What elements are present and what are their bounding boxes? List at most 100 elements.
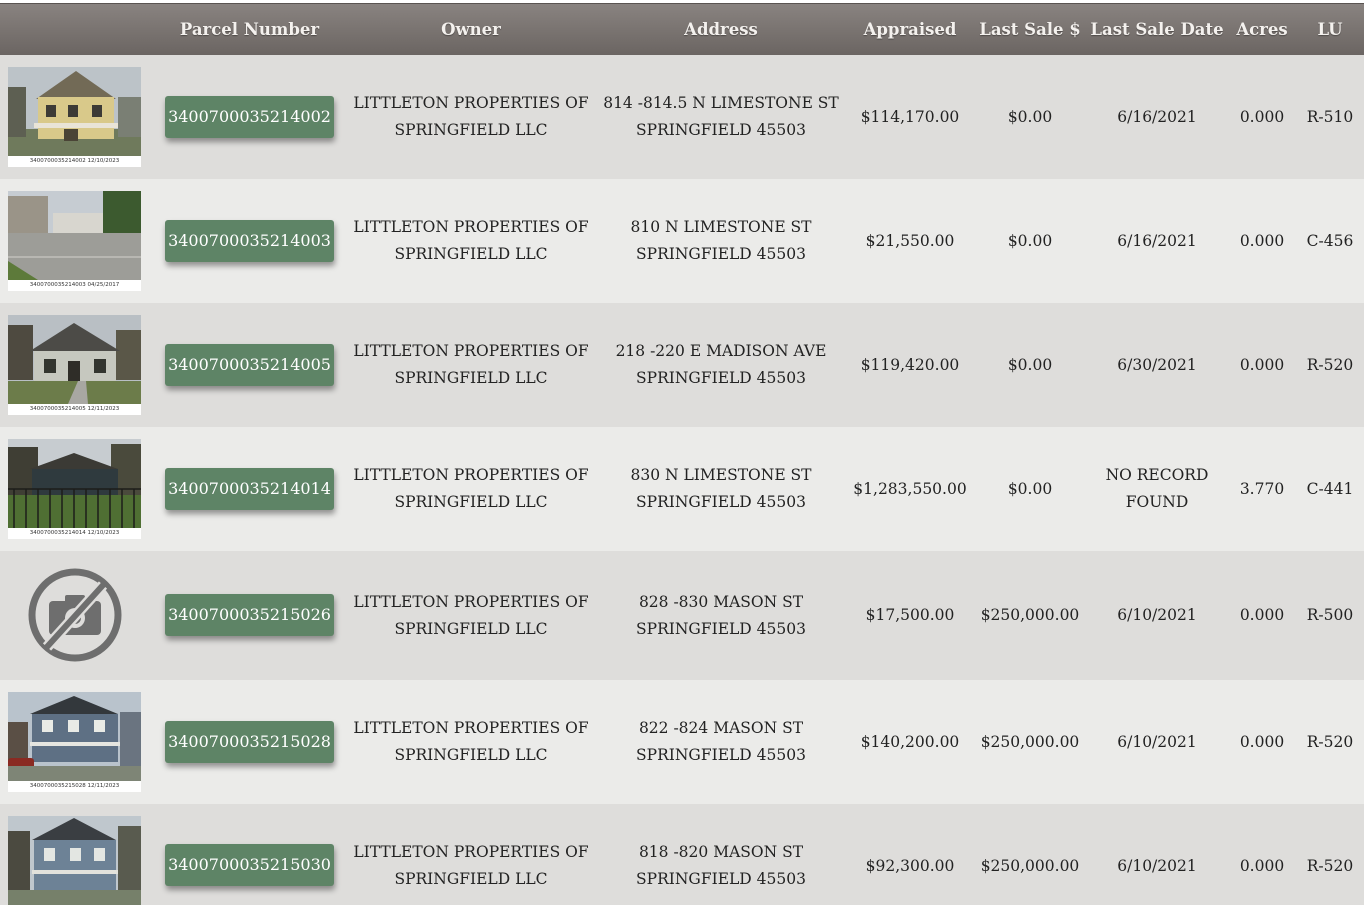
acres-cell: 0.000 [1239,732,1285,751]
appraised-cell: $17,500.00 [865,606,955,624]
table-row: 3400700035215026 LITTLETON PROPERTIES OF… [0,551,1364,680]
appraised-cell: $119,420.00 [860,355,960,374]
appraised-cell: $140,200.00 [860,732,960,751]
table-row: 3400700035214005 12/11/2023 340070003521… [0,303,1364,427]
last-sale-date-cell: 6/10/2021 [1090,680,1224,804]
last-sale-cell: $0.00 [1007,231,1053,250]
photo-caption: 3400700035214014 12/10/2023 [8,528,141,539]
header-last-sale-date[interactable]: Last Sale Date [1090,4,1224,55]
address-line-1: 822 -824 MASON ST [638,719,804,737]
table-row: 3400700035215030 LITTLETON PROPERTIES OF… [0,804,1364,905]
address-line-2: SPRINGFIELD 45503 [636,870,806,888]
date-line-2: FOUND [1125,493,1189,511]
property-photo[interactable]: 3400700035214014 12/10/2023 [8,439,141,539]
address-cell: 818 -820 MASON ST SPRINGFIELD 45503 [600,804,842,905]
acres-cell: 0.000 [1239,107,1285,126]
date-line-1: 6/10/2021 [1117,606,1197,624]
appraised-cell: $114,170.00 [860,107,960,126]
last-sale-date-cell: 6/30/2021 [1090,303,1224,427]
address-line-2: SPRINGFIELD 45503 [636,746,806,764]
header-owner[interactable]: Owner [345,4,597,55]
parcel-number-button[interactable]: 3400700035215028 [165,721,334,763]
acres-cell: 3.770 [1239,479,1285,498]
last-sale-cell: $250,000.00 [980,732,1080,751]
lu-cell: R-510 [1306,107,1354,126]
property-photo[interactable]: 3400700035214003 04/25/2017 [8,191,141,291]
lu-cell: C-456 [1306,231,1354,250]
owner-cell: LITTLETON PROPERTIES OF SPRINGFIELD LLC [345,551,597,680]
lu-cell: C-441 [1306,479,1354,498]
house-photo-icon [8,692,141,781]
owner-line-1: LITTLETON PROPERTIES OF [353,218,589,236]
parcel-number-button[interactable]: 3400700035214002 [165,96,334,138]
lu-cell: R-520 [1306,732,1354,751]
address-line-2: SPRINGFIELD 45503 [636,369,806,387]
property-photo[interactable] [8,816,141,905]
owner-cell: LITTLETON PROPERTIES OF SPRINGFIELD LLC [345,427,597,551]
header-lu[interactable]: LU [1298,4,1362,55]
header-acres[interactable]: Acres [1228,4,1296,55]
parcel-number-button[interactable]: 3400700035215030 [165,844,334,886]
date-line-1: 6/30/2021 [1117,355,1197,374]
acres-cell: 0.000 [1239,606,1285,624]
address-line-2: SPRINGFIELD 45503 [636,245,806,263]
address-cell: 218 -220 E MADISON AVE SPRINGFIELD 45503 [600,303,842,427]
parcel-number-button[interactable]: 3400700035214003 [165,220,334,262]
house-photo-icon [8,67,141,156]
last-sale-date-cell: NO RECORD FOUND [1090,427,1224,551]
photo-caption: 3400700035215028 12/11/2023 [8,781,141,792]
date-line-1: 6/10/2021 [1117,856,1197,875]
header-address[interactable]: Address [600,4,842,55]
property-photo[interactable]: 3400700035214002 12/10/2023 [8,67,141,167]
address-cell: 810 N LIMESTONE ST SPRINGFIELD 45503 [600,179,842,303]
photo-caption: 3400700035214003 04/25/2017 [8,280,141,291]
owner-cell: LITTLETON PROPERTIES OF SPRINGFIELD LLC [345,179,597,303]
owner-line-1: LITTLETON PROPERTIES OF [353,466,589,484]
date-line-1: NO RECORD [1105,466,1209,484]
address-cell: 830 N LIMESTONE ST SPRINGFIELD 45503 [600,427,842,551]
address-cell: 814 -814.5 N LIMESTONE ST SPRINGFIELD 455… [600,55,842,179]
address-line-1: 828 -830 MASON ST [638,592,804,611]
property-photo[interactable]: 3400700035215028 12/11/2023 [8,692,141,792]
owner-line-2: SPRINGFIELD LLC [394,746,548,764]
owner-cell: LITTLETON PROPERTIES OF SPRINGFIELD LLC [345,55,597,179]
owner-cell: LITTLETON PROPERTIES OF SPRINGFIELD LLC [345,303,597,427]
owner-line-1: LITTLETON PROPERTIES OF [353,342,589,360]
lot-photo-icon [8,191,141,280]
header-parcel-number[interactable]: Parcel Number [165,4,334,55]
owner-line-2: SPRINGFIELD LLC [394,870,548,888]
property-photo[interactable]: 3400700035214005 12/11/2023 [8,315,141,415]
last-sale-date-cell: 6/10/2021 [1090,804,1224,905]
last-sale-date-cell: 6/16/2021 [1090,55,1224,179]
owner-line-1: LITTLETON PROPERTIES OF [353,94,589,112]
address-line-2: SPRINGFIELD 45503 [636,493,806,511]
owner-line-2: SPRINGFIELD LLC [394,369,548,387]
address-line-1: 810 N LIMESTONE ST [630,218,812,236]
address-line-2: SPRINGFIELD 45503 [636,121,806,139]
acres-cell: 0.000 [1239,231,1285,250]
header-last-sale[interactable]: Last Sale $ [975,4,1085,55]
address-line-1: 830 N LIMESTONE ST [630,466,812,484]
lu-cell: R-500 [1306,606,1354,624]
acres-cell: 0.000 [1239,355,1285,374]
date-line-1: 6/10/2021 [1117,732,1197,751]
date-line-1: 6/16/2021 [1117,107,1197,126]
header-appraised[interactable]: Appraised [850,4,970,55]
last-sale-cell: $250,000.00 [980,856,1080,875]
owner-line-1: LITTLETON PROPERTIES OF [353,592,589,611]
house-photo-icon [8,816,141,905]
house-photo-icon [8,315,141,404]
parcel-number-button[interactable]: 3400700035214014 [165,468,334,510]
address-line-2: SPRINGFIELD 45503 [636,619,806,638]
building-photo-icon [8,439,141,528]
acres-cell: 0.000 [1239,856,1285,875]
parcel-results-table: Parcel Number Owner Address Appraised La… [0,0,1368,905]
no-photo-camera-icon [28,568,122,662]
owner-line-2: SPRINGFIELD LLC [394,121,548,139]
owner-line-2: SPRINGFIELD LLC [394,493,548,511]
table-row: 3400700035215028 12/11/2023 340070003521… [0,680,1364,804]
parcel-number-button[interactable]: 3400700035214005 [165,344,334,386]
lu-cell: R-520 [1306,355,1354,374]
owner-line-1: LITTLETON PROPERTIES OF [353,843,589,861]
parcel-number-button[interactable]: 3400700035215026 [165,594,334,636]
